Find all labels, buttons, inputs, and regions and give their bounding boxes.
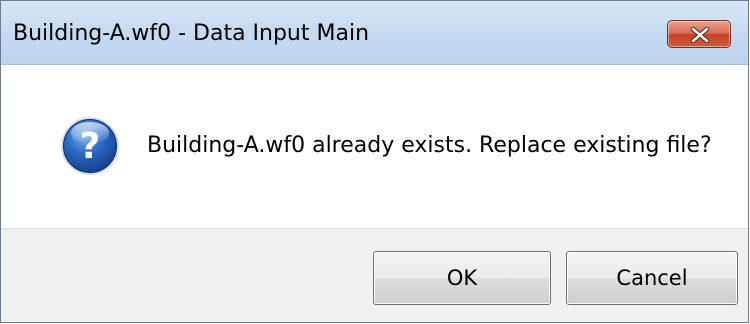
title-bar[interactable]: Building-A.wf0 - Data Input Main (1, 1, 748, 65)
dialog-content: ? Building-A.wf0 already exists. Replace… (1, 65, 748, 228)
window-title: Building-A.wf0 - Data Input Main (13, 21, 370, 46)
ok-button[interactable]: OK (373, 251, 551, 305)
dialog-message: Building-A.wf0 already exists. Replace e… (147, 133, 712, 158)
button-bar: OK Cancel (1, 228, 748, 322)
svg-text:?: ? (80, 126, 101, 167)
cancel-button[interactable]: Cancel (566, 251, 738, 305)
close-button[interactable] (667, 20, 731, 48)
dialog-window: Building-A.wf0 - Data Input Main ? Build… (0, 0, 749, 323)
close-x-icon (690, 27, 710, 43)
question-icon: ? (61, 117, 119, 175)
